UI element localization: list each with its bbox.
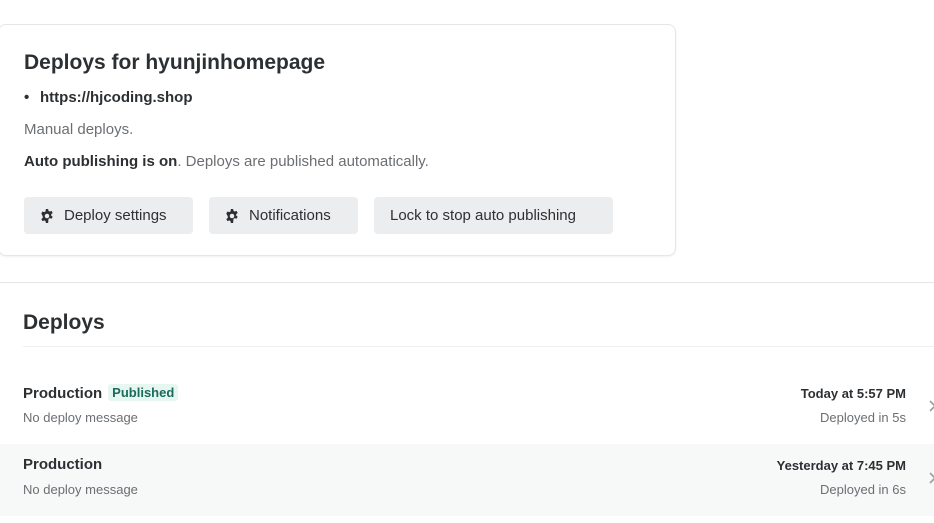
auto-publishing-label: Auto publishing is on <box>24 153 178 170</box>
site-url-row: • https://hjcoding.shop <box>24 89 192 106</box>
manual-deploys-text: Manual deploys. <box>24 121 134 138</box>
deploy-settings-label: Deploy settings <box>64 207 167 224</box>
deploy-context-label: Production <box>23 385 103 402</box>
site-info-card: Deploys for hyunjinhomepage • https://hjc… <box>0 24 676 256</box>
chevron-right-icon <box>928 399 934 412</box>
deploy-row[interactable]: Production Published No deploy message To… <box>0 372 934 444</box>
page-title: Deploys for hyunjinhomepage <box>24 51 326 74</box>
auto-publishing-status: Auto publishing is on. Deploys are publi… <box>24 153 429 170</box>
deploy-settings-button[interactable]: Deploy settings <box>24 197 193 234</box>
lock-auto-publishing-button[interactable]: Lock to stop auto publishing <box>374 197 613 234</box>
deploy-row[interactable]: Production No deploy message Yesterday a… <box>0 444 934 516</box>
deploys-section: Deploys Production Published No deploy me… <box>0 282 934 523</box>
deploy-message: No deploy message <box>23 410 138 425</box>
gear-icon <box>40 208 54 223</box>
deploy-message: No deploy message <box>23 482 138 497</box>
auto-publishing-description: . Deploys are published automatically. <box>177 153 429 170</box>
deploy-duration: Deployed in 5s <box>820 410 906 425</box>
chevron-right-icon <box>928 471 934 484</box>
deploy-context-label: Production <box>23 456 103 473</box>
deploy-context: Production <box>23 456 102 473</box>
lock-auto-publishing-label: Lock to stop auto publishing <box>390 207 576 224</box>
gear-icon <box>225 208 239 223</box>
deploy-time: Today at 5:57 PM <box>800 386 906 401</box>
deploy-duration: Deployed in 6s <box>820 482 906 497</box>
notifications-label: Notifications <box>249 207 331 224</box>
published-badge: Published <box>108 384 179 401</box>
notifications-button[interactable]: Notifications <box>209 197 358 234</box>
bullet: • <box>24 89 30 106</box>
deploys-title: Deploys <box>23 311 105 334</box>
site-url-link[interactable]: https://hjcoding.shop <box>40 89 192 106</box>
divider <box>23 346 934 347</box>
deploy-context: Production Published <box>23 384 179 402</box>
deploy-time: Yesterday at 7:45 PM <box>776 458 906 473</box>
